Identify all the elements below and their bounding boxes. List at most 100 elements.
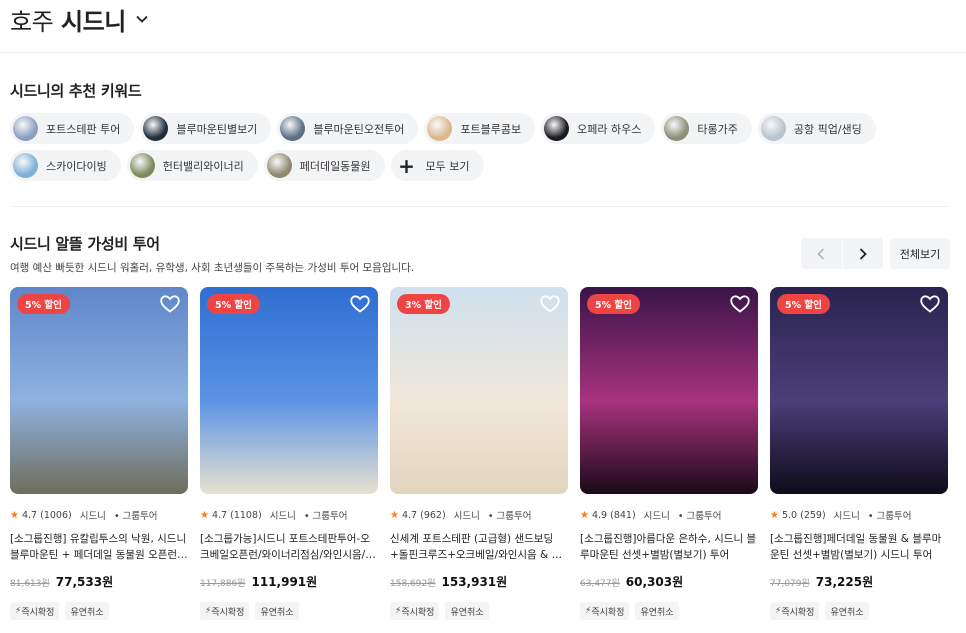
original-price: 117,886원 <box>200 579 246 589</box>
keyword-chip[interactable]: 공항 픽업/샌딩 <box>757 113 876 144</box>
carousel-prev-button[interactable] <box>801 238 842 269</box>
review-count: (259) <box>800 509 826 521</box>
heart-icon[interactable] <box>160 295 180 313</box>
keyword-chip[interactable]: 헌터밸리와이너리 <box>126 150 258 181</box>
city-name: 시드니 <box>61 7 126 36</box>
rating-row: ★ 5.0 (259) 시드니 • 그룹투어 <box>770 508 948 523</box>
heart-icon[interactable] <box>540 295 560 313</box>
discount-badge: 5% 할인 <box>777 294 830 314</box>
keyword-chip[interactable]: 스카이다이빙 <box>10 150 121 181</box>
tag-label: 유연취소 <box>450 607 484 618</box>
tour-type: • 그룹투어 <box>303 511 348 522</box>
tour-card[interactable]: 5% 할인 ★ 4.9 (841) 시드니 • 그룹투어 [소그룹진행]아름다운 은하수,… <box>580 287 758 620</box>
keyword-chip[interactable]: 블루마운틴오전투어 <box>277 113 419 144</box>
tours-title: 시드니 알뜰 가성비 투어 <box>10 235 160 253</box>
chevron-down-icon[interactable] <box>136 13 148 25</box>
tour-tags: ⚡ 즉시확정 유연취소 <box>770 602 948 620</box>
header-divider <box>0 52 966 53</box>
instant-confirm-tag: ⚡ 즉시확정 <box>10 602 60 620</box>
review-count: (1006) <box>40 509 72 521</box>
plus-icon: + <box>398 153 415 178</box>
tour-image[interactable]: 5% 할인 <box>580 287 758 494</box>
keyword-label: 페더데일동물원 <box>299 159 371 173</box>
instant-confirm-tag: ⚡ 즉시확정 <box>390 602 440 620</box>
original-price: 63,477원 <box>580 579 620 589</box>
flexible-cancel-tag: 유연취소 <box>65 602 109 620</box>
keyword-chip[interactable]: 페더데일동물원 <box>263 150 385 181</box>
view-all-button[interactable]: 전체보기 <box>890 238 950 269</box>
keyword-label: 블루마운틴오전투어 <box>313 122 405 136</box>
flexible-cancel-tag: 유연취소 <box>445 602 489 620</box>
tour-card-list: 5% 할인 ★ 4.7 (1006) 시드니 • 그룹투어 [소그룹진행] 유칼립투스의 … <box>10 287 948 620</box>
city-prefix: 호주 <box>10 7 54 36</box>
chevron-left-icon <box>817 247 825 260</box>
tour-card[interactable]: 3% 할인 ★ 4.7 (962) 시드니 • 그룹투어 신세계 포트스테판 (고급형) … <box>390 287 568 620</box>
flexible-cancel-tag: 유연취소 <box>635 602 679 620</box>
tour-image[interactable]: 5% 할인 <box>10 287 188 494</box>
discount-badge: 5% 할인 <box>207 294 260 314</box>
sale-price: 60,303원 <box>625 575 684 589</box>
instant-confirm-tag: ⚡ 즉시확정 <box>770 602 820 620</box>
instant-confirm-tag: ⚡ 즉시확정 <box>580 602 630 620</box>
more-label: 모두 보기 <box>425 159 470 173</box>
flexible-cancel-tag: 유연취소 <box>825 602 869 620</box>
tour-location: 시드니 <box>269 511 296 522</box>
rating-value: 5.0 <box>781 509 798 521</box>
heart-icon[interactable] <box>350 295 370 313</box>
keyword-chip-list: 포트스테판 투어 블루마운틴별보기 블루마운틴오전투어 포트블루콤보 오페라 하우스 타롱… <box>10 113 950 181</box>
tour-card[interactable]: 5% 할인 ★ 4.7 (1108) 시드니 • 그룹투어 [소그룹가능]시드니 포트스테… <box>200 287 378 620</box>
sale-price: 153,931원 <box>441 575 508 589</box>
tour-card[interactable]: 5% 할인 ★ 5.0 (259) 시드니 • 그룹투어 [소그룹진행]페더데일 동물원 … <box>770 287 948 620</box>
tour-title[interactable]: [소그룹진행]페더데일 동물원 & 블루마운틴 선셋+별밤(별보기) 시드니 투… <box>770 531 948 563</box>
keyword-chip[interactable]: 오페라 하우스 <box>541 113 656 144</box>
keyword-label: 포트블루콤보 <box>460 122 522 136</box>
rating-value: 4.9 <box>591 509 608 521</box>
tag-label: 즉시확정 <box>211 607 245 618</box>
keyword-chip[interactable]: 타롱가주 <box>661 113 752 144</box>
heart-icon[interactable] <box>920 295 940 313</box>
tour-image[interactable]: 3% 할인 <box>390 287 568 494</box>
price-row: 81,613원 77,533원 <box>10 573 188 590</box>
tag-label: 유연취소 <box>70 607 104 618</box>
price-row: 158,692원 153,931원 <box>390 573 568 590</box>
discount-badge: 5% 할인 <box>587 294 640 314</box>
tour-title[interactable]: [소그룹진행] 유칼립투스의 낙원, 시드니 블루마운틴 + 페더데일 동물원 … <box>10 531 188 563</box>
carousel-next-button[interactable] <box>841 238 883 269</box>
city-title[interactable]: 호주 시드니 <box>10 2 126 37</box>
tag-label: 즉시확정 <box>591 607 625 618</box>
keyword-label: 헌터밸리와이너리 <box>162 159 244 173</box>
tour-tags: ⚡ 즉시확정 유연취소 <box>580 602 758 620</box>
tour-location: 시드니 <box>643 511 670 522</box>
star-icon: ★ <box>390 509 399 521</box>
tour-title[interactable]: [소그룹가능]시드니 포트스테판투어-오크베일오픈런/와이너리점심/와인시음/모… <box>200 531 378 563</box>
tour-image[interactable]: 5% 할인 <box>200 287 378 494</box>
original-price: 158,692원 <box>390 579 436 589</box>
tag-label: 유연취소 <box>260 607 294 618</box>
keyword-chip[interactable]: 포트블루콤보 <box>424 113 536 144</box>
keyword-thumbnail <box>544 116 570 141</box>
sale-price: 77,533원 <box>55 575 114 589</box>
keywords-title: 시드니의 추천 키워드 <box>10 82 142 100</box>
keyword-thumbnail <box>129 153 155 178</box>
tour-location: 시드니 <box>79 511 106 522</box>
keyword-thumbnail <box>280 116 306 141</box>
keyword-thumbnail <box>760 116 786 141</box>
tour-title[interactable]: 신세계 포트스테판 (고급형) 샌드보딩+돌핀크루즈+오크베일/와인시음 & 시… <box>390 531 568 563</box>
tour-title[interactable]: [소그룹진행]아름다운 은하수, 시드니 블루마운틴 선셋+별밤(별보기) 투어 <box>580 531 758 563</box>
rating-row: ★ 4.7 (1108) 시드니 • 그룹투어 <box>200 508 378 523</box>
page-header: 호주 시드니 <box>10 2 148 36</box>
star-icon: ★ <box>580 509 589 521</box>
keyword-chip[interactable]: 포트스테판 투어 <box>10 113 135 144</box>
more-keywords-button[interactable]: + 모두 보기 <box>390 150 484 181</box>
tour-image[interactable]: 5% 할인 <box>770 287 948 494</box>
discount-badge: 3% 할인 <box>397 294 450 314</box>
tour-card[interactable]: 5% 할인 ★ 4.7 (1006) 시드니 • 그룹투어 [소그룹진행] 유칼립투스의 … <box>10 287 188 620</box>
keyword-chip[interactable]: 블루마운틴별보기 <box>140 113 272 144</box>
price-row: 77,079원 73,225원 <box>770 573 948 590</box>
tag-label: 유연취소 <box>830 607 864 618</box>
rating-row: ★ 4.7 (1006) 시드니 • 그룹투어 <box>10 508 188 523</box>
tag-label: 즉시확정 <box>21 607 55 618</box>
heart-icon[interactable] <box>730 295 750 313</box>
discount-badge: 5% 할인 <box>17 294 70 314</box>
chevron-right-icon <box>859 247 867 260</box>
